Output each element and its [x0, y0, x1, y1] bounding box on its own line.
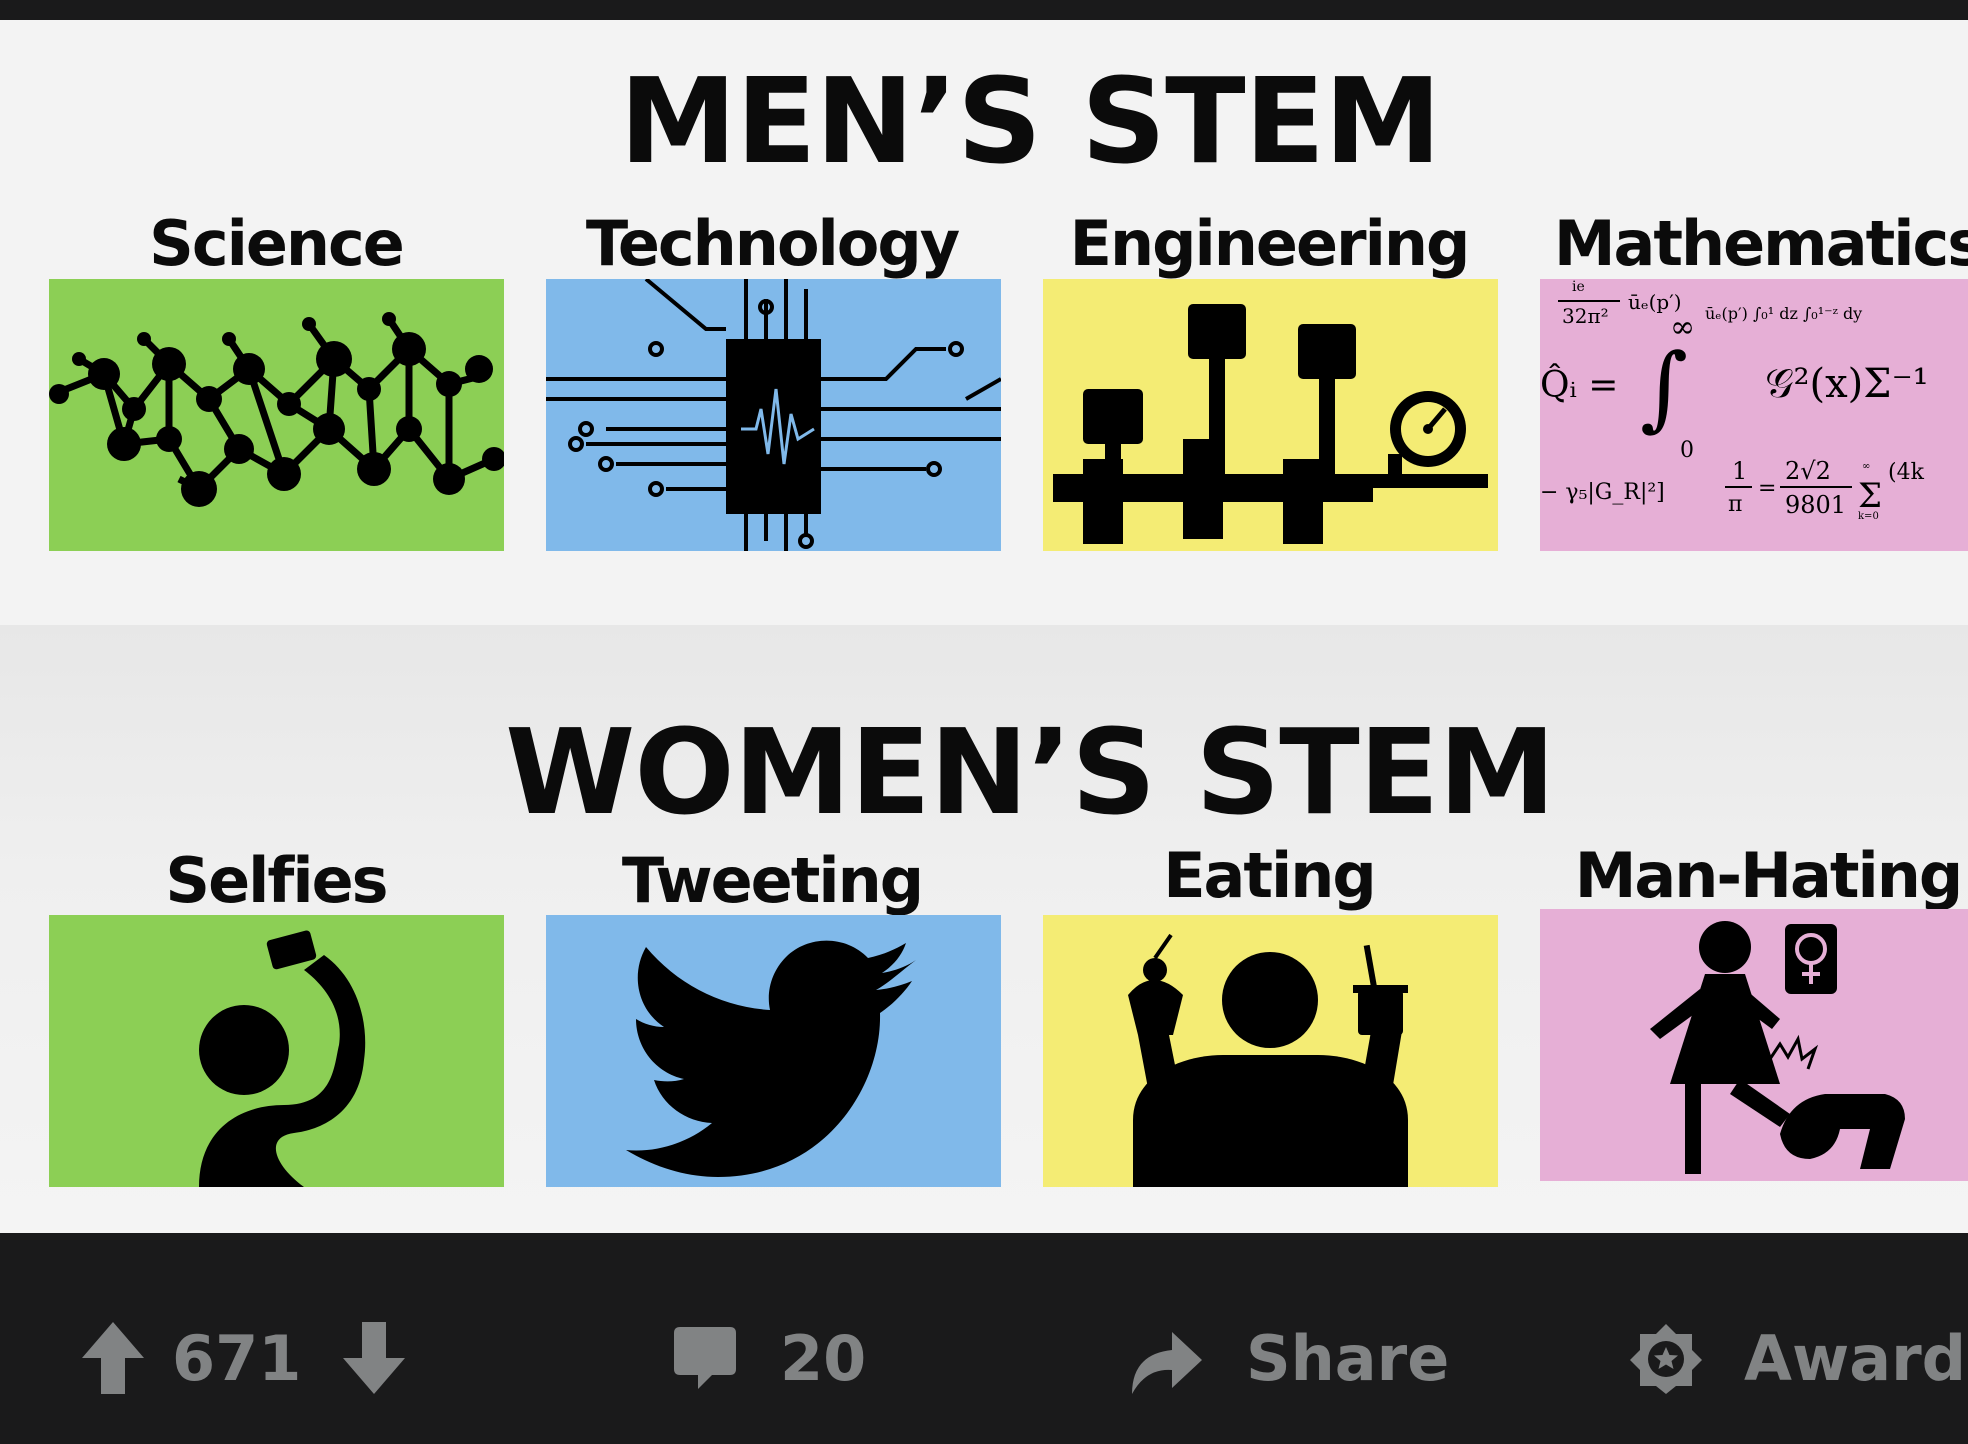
label-mathematics: Mathematics [1553, 207, 1968, 280]
selfies-tile [49, 915, 504, 1187]
math-snippet-j: 1 [1732, 457, 1747, 485]
math-snippet-m: 9801 [1785, 491, 1846, 519]
downvote-arrow-icon[interactable] [341, 1318, 407, 1398]
award-button[interactable]: Award [1628, 1318, 1966, 1398]
womens-stem-section: WOMEN’S STEM Selfies Tweeting Eating Man… [0, 625, 1968, 1233]
award-badge-icon [1630, 1324, 1702, 1394]
math-snippet-d: Q̂ᵢ = [1540, 363, 1618, 406]
math-snippet-p: − γ₅|G_R|²] [1540, 480, 1665, 505]
label-science: Science [149, 207, 405, 280]
share-arrow-icon [1132, 1332, 1202, 1394]
svg-text:=: = [1758, 476, 1776, 501]
label-engineering: Engineering [1069, 207, 1471, 280]
math-snippet-o: (4k [1888, 460, 1925, 485]
math-snippet-n: Σ [1858, 476, 1882, 516]
math-formula-icon: ie 32π² ūₑ(p′) Q̂ᵢ = ∫ ∞ 0 𝒢²(x)Σ⁻¹ ūₑ(p… [1540, 279, 1929, 522]
selfie-person-icon [199, 930, 366, 1187]
label-tweeting: Tweeting [621, 844, 924, 917]
upvote-count: 671 [172, 1321, 302, 1395]
twitter-bird-icon [626, 940, 916, 1177]
eating-person-icon [1128, 933, 1408, 1187]
share-button[interactable]: Share [1128, 1318, 1449, 1398]
math-snippet-g: 0 [1680, 438, 1694, 463]
label-selfies: Selfies [165, 844, 388, 917]
math-snippet-f: ∞ [1670, 310, 1695, 345]
science-tile [49, 279, 504, 551]
math-snippet-k: π [1728, 492, 1742, 517]
share-label: Share [1246, 1321, 1450, 1395]
comment-bubble-icon [674, 1327, 736, 1389]
upvote-arrow-icon[interactable] [80, 1318, 146, 1398]
vote-group: 671 [80, 1318, 407, 1398]
label-man-hating: Man-Hating [1574, 839, 1964, 912]
technology-tile [546, 279, 1001, 551]
mathematics-tile: ie 32π² ūₑ(p′) Q̂ᵢ = ∫ ∞ 0 𝒢²(x)Σ⁻¹ ūₑ(p… [1540, 279, 1968, 551]
circuit-chip-icon [546, 279, 1001, 551]
math-snippet-e: ∫ [1640, 334, 1688, 441]
math-snippet-i: ūₑ(p′) ∫₀¹ dz ∫₀¹⁻ᶻ dy [1705, 304, 1862, 323]
mens-stem-section: MEN’S STEM Science Technology Engineerin… [0, 20, 1968, 625]
math-snippet-b: 32π² [1562, 304, 1609, 328]
engine-pistons-icon [1053, 304, 1488, 544]
comments-button[interactable]: 20 [672, 1318, 866, 1398]
post-action-bar: 671 20 Share Award [0, 1233, 1968, 1444]
math-snippet-a: ie [1572, 279, 1585, 295]
math-snippet-h: 𝒢²(x)Σ⁻¹ [1765, 361, 1929, 407]
top-bar [0, 0, 1968, 20]
comment-count: 20 [780, 1321, 867, 1395]
man-hating-tile [1540, 909, 1968, 1181]
meme-image: MEN’S STEM Science Technology Engineerin… [0, 20, 1968, 1233]
math-snippet-q: ∞ [1862, 461, 1870, 472]
label-eating: Eating [1163, 839, 1377, 912]
kicking-person-icon [1650, 921, 1905, 1174]
math-snippet-l: 2√2 [1785, 457, 1831, 485]
math-snippet-r: k=0 [1858, 511, 1879, 522]
mens-stem-title: MEN’S STEM [619, 52, 1441, 190]
label-technology: Technology [585, 207, 960, 280]
womens-stem-title: WOMEN’S STEM [505, 703, 1556, 841]
molecule-icon [49, 312, 504, 507]
eating-tile [1043, 915, 1498, 1187]
tweeting-tile [546, 915, 1001, 1187]
engineering-tile [1043, 279, 1498, 551]
award-label: Award [1744, 1321, 1967, 1395]
